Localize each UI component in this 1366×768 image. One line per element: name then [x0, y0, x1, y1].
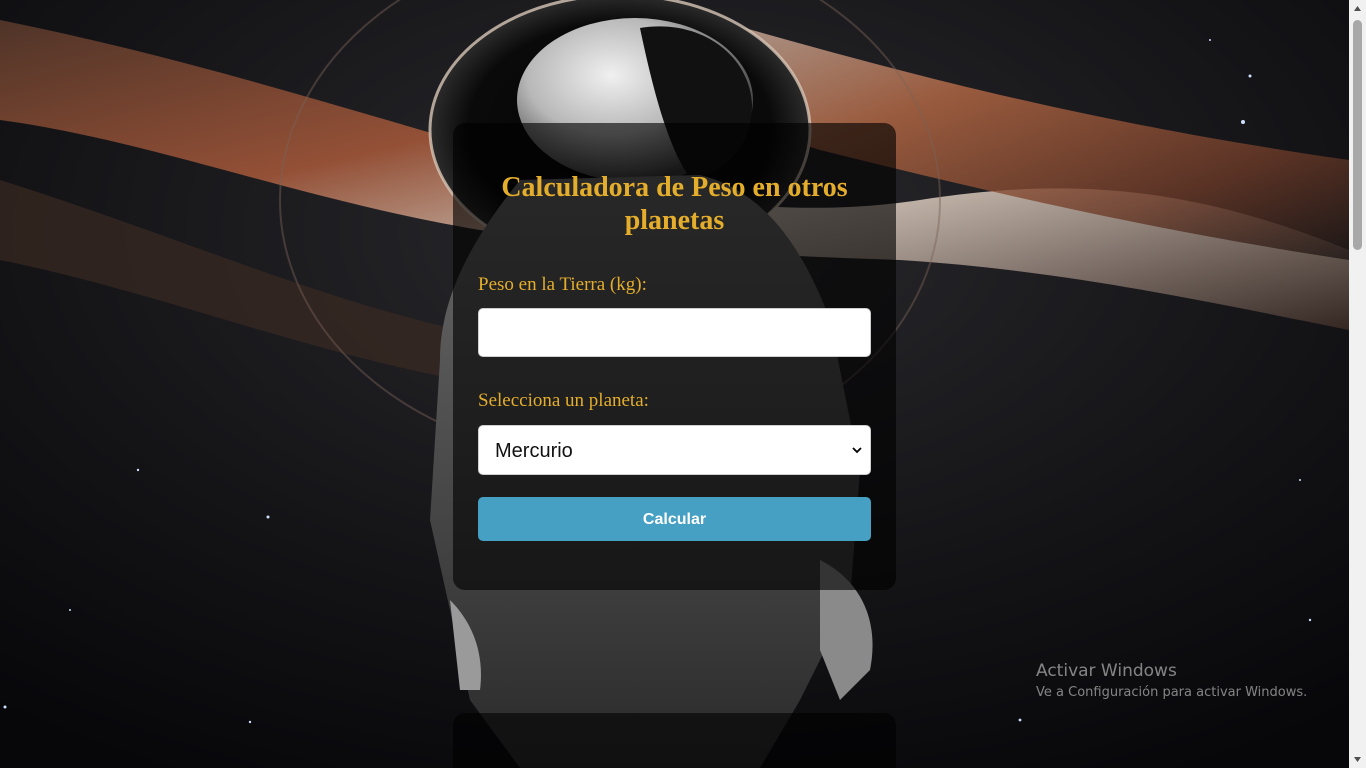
vertical-scrollbar[interactable]: [1349, 0, 1366, 768]
planet-label: Selecciona un planeta:: [478, 390, 649, 411]
planet-select-value: Mercurio: [495, 440, 573, 462]
triangle-up-icon[interactable]: [1353, 4, 1362, 13]
watermark-title: Activar Windows: [1036, 661, 1177, 681]
weight-input[interactable]: [478, 308, 871, 357]
watermark-subtitle: Ve a Configuración para activar Windows.: [1036, 685, 1308, 700]
planet-select[interactable]: Mercurio: [478, 425, 871, 475]
page: Calculadora de Peso en otros planetas Pe…: [0, 0, 1366, 768]
weight-label: Peso en la Tierra (kg):: [478, 274, 647, 295]
calculator-card: Calculadora de Peso en otros planetas Pe…: [453, 123, 896, 590]
triangle-down-icon[interactable]: [1353, 755, 1362, 764]
windows-activation-watermark: Activar Windows Ve a Configuración para …: [1036, 660, 1307, 704]
calculate-button[interactable]: Calcular: [478, 497, 871, 541]
scrollbar-thumb[interactable]: [1353, 20, 1362, 250]
chevron-down-icon: [852, 447, 862, 454]
page-title: Calculadora de Peso en otros planetas: [501, 172, 848, 236]
results-card: [453, 713, 896, 768]
